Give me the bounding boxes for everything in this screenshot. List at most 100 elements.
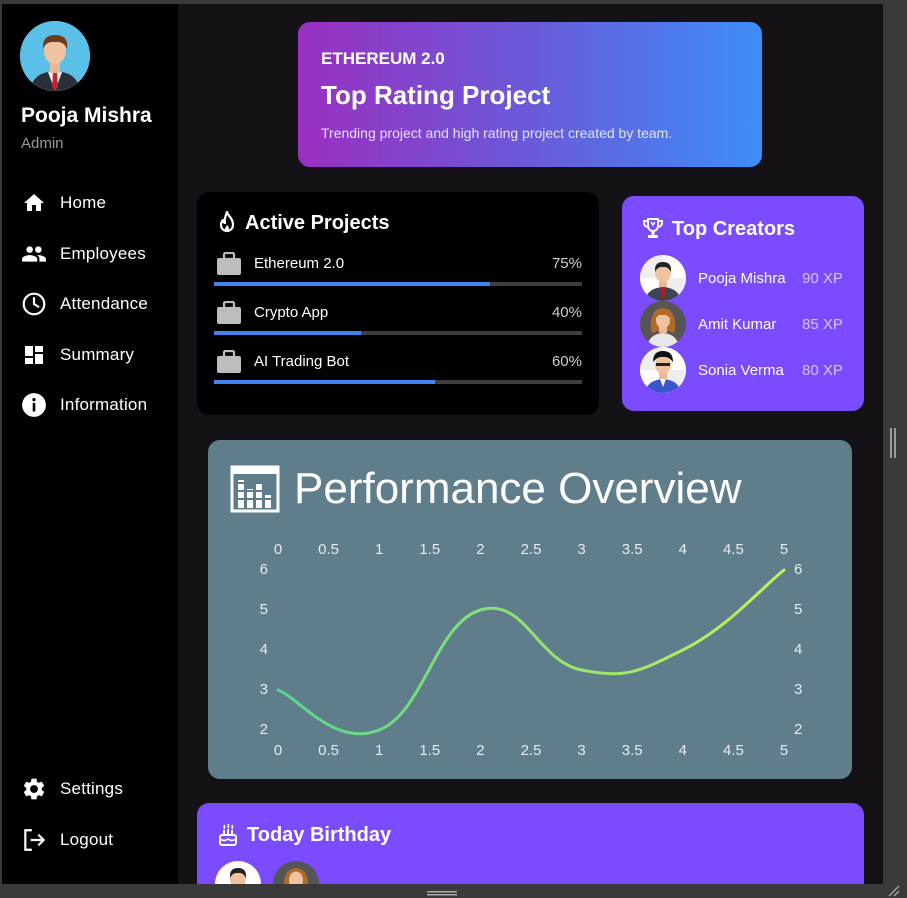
user-role: Admin [21,135,64,152]
progress-track [214,380,582,384]
nav-item-employees[interactable]: Employees [2,234,178,274]
project-row[interactable]: Crypto App 40% [214,300,582,341]
briefcase-icon [216,300,242,330]
progress-track [214,282,582,286]
nav-item-settings[interactable]: Settings [2,769,178,809]
project-percent: 75% [551,255,582,272]
trophy-icon [642,217,664,241]
x-tick-label-bottom: 2.5 [521,742,542,759]
banner-title: Top Rating Project [321,80,551,110]
avatar[interactable] [215,861,261,884]
dashboard-icon [21,342,47,368]
creator-name: Pooja Mishra [698,269,786,287]
profile-avatar[interactable] [20,21,90,91]
table-chart-icon [230,465,280,513]
cake-icon [217,823,239,847]
birthday-title: Today Birthday [217,823,391,847]
x-tick-label-bottom: 3 [577,742,585,759]
resize-grip-icon [888,885,900,897]
app-window: Pooja Mishra Admin Home Employees Attend… [2,4,883,884]
nav-item-attendance[interactable]: Attendance [2,284,178,324]
avatar [640,301,686,347]
window-bottom-bar [0,884,907,898]
logout-icon [21,827,47,853]
project-row[interactable]: AI Trading Bot 60% [214,349,582,390]
nav-label: Summary [60,345,135,364]
scrollbar-handle[interactable] [890,428,896,458]
banner-eyebrow: ETHEREUM 2.0 [321,49,445,68]
x-tick-label-top: 4.5 [723,541,744,558]
progress-fill [214,331,362,335]
x-tick-label-bottom: 4.5 [723,742,744,759]
sidebar: Pooja Mishra Admin Home Employees Attend… [2,4,178,884]
project-name: Crypto App [254,304,329,321]
nav-label: Settings [60,779,124,798]
x-tick-label-top: 1 [375,541,383,558]
avatar[interactable] [273,861,319,884]
x-tick-label-top: 2.5 [521,541,542,558]
clock-icon [21,291,47,317]
x-tick-label-bottom: 2 [476,742,484,759]
creator-xp: 85 XP [802,315,843,333]
project-name: Ethereum 2.0 [254,255,345,272]
project-percent: 60% [551,353,582,370]
top-creators-title: Top Creators [642,217,795,241]
top-rating-banner[interactable]: ETHEREUM 2.0 Top Rating Project Trending… [298,22,762,167]
y-tick-label-left: 6 [260,561,268,578]
x-tick-label-top: 0.5 [318,541,339,558]
performance-line [276,568,786,736]
progress-track [214,331,582,335]
banner-subtitle: Trending project and high rating project… [321,125,673,141]
people-icon [21,241,47,267]
project-row[interactable]: Ethereum 2.0 75% [214,251,582,292]
nav-item-summary[interactable]: Summary [2,335,178,375]
nav-item-home[interactable]: Home [2,183,178,223]
x-tick-label-bottom: 1 [375,742,383,759]
briefcase-icon [216,349,242,379]
nav-label: Home [60,193,107,212]
y-tick-label-right: 6 [794,561,802,578]
y-tick-label-right: 2 [794,721,802,738]
active-projects-card: Active Projects Ethereum 2.0 75% Crypto Ap… [197,192,599,415]
card-title-text: Active Projects [245,211,390,234]
creator-item[interactable]: Sonia Verma 80 XP [640,347,860,393]
home-icon [21,190,47,216]
x-tick-label-top: 4 [679,541,687,558]
performance-title-text: Performance Overview [294,464,742,513]
x-tick-label-top: 5 [780,541,788,558]
info-icon [21,392,47,418]
avatar [640,347,686,393]
nav-item-information[interactable]: Information [2,385,178,425]
briefcase-icon [216,251,242,281]
top-creators-card: Top Creators Pooja Mishra 90 XP Amit Kum… [622,196,864,411]
active-projects-title: Active Projects [217,211,390,235]
nav-label: Employees [60,244,146,263]
birthday-card: Today Birthday [197,803,864,884]
performance-card: 0 0 0.5 0.5 1 1 1.5 1.5 2 2 2.5 2.5 3 3 3.5 3.5 4 4 4.5 4.5… [208,440,852,779]
creator-name: Amit Kumar [698,315,777,333]
x-tick-label-bottom: 0 [274,742,282,759]
y-tick-label-left: 2 [260,721,268,738]
progress-fill [214,380,435,384]
creator-name: Sonia Verma [698,361,784,379]
x-tick-label-top: 1.5 [419,541,440,558]
x-tick-label-bottom: 3.5 [622,742,643,759]
y-tick-label-right: 4 [794,641,802,658]
card-title-text: Top Creators [672,217,795,240]
nav-label: Information [60,395,148,414]
project-name: AI Trading Bot [254,353,350,370]
avatar [640,255,686,301]
nav-item-logout[interactable]: Logout [2,820,178,860]
creator-item[interactable]: Amit Kumar 85 XP [640,301,860,347]
y-tick-label-left: 5 [260,601,268,618]
x-tick-label-top: 0 [274,541,282,558]
x-tick-label-bottom: 5 [780,742,788,759]
progress-fill [214,282,490,286]
creator-item[interactable]: Pooja Mishra 90 XP [640,255,860,301]
fire-icon [217,211,237,235]
x-tick-label-bottom: 0.5 [318,742,339,759]
drag-handle-icon [427,891,457,896]
x-tick-label-top: 3.5 [622,541,643,558]
y-tick-label-left: 3 [260,681,268,698]
y-tick-label-left: 4 [260,641,268,658]
